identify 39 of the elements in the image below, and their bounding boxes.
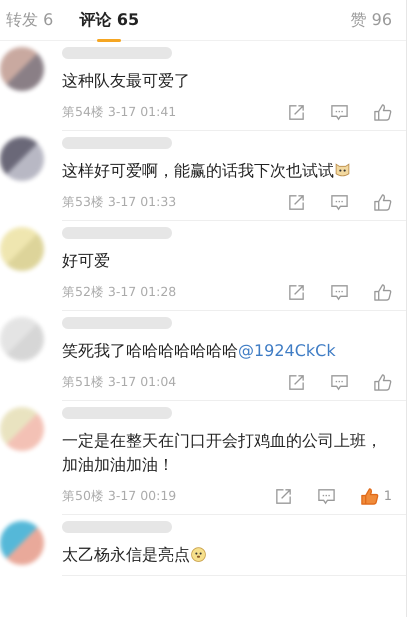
comment-timestamp: 第52楼 3-17 01:28 [62,284,176,301]
share-icon[interactable] [287,193,306,212]
avatar-placeholder [0,407,44,451]
mention-link[interactable]: @1924CkCk [238,341,336,360]
thumbs-up-icon[interactable] [373,373,392,392]
thumbs-up-icon[interactable] [373,103,392,122]
comment-text: 这种队友最可爱了 [62,71,190,90]
comment-timestamp: 第54楼 3-17 01:41 [62,104,176,121]
share-icon[interactable] [274,487,293,506]
comment-text: 这样好可爱啊，能赢的话我下次也试试 [62,161,334,180]
share-icon[interactable] [287,283,306,302]
comment-icon[interactable] [330,373,349,392]
comment-icon[interactable] [330,193,349,212]
tab[interactable]: 评论 65 [79,0,140,40]
avatar-placeholder [0,227,44,271]
comment-timestamp: 第50楼 3-17 00:19 [62,488,176,505]
comment-text: 一定是在整天在门口开会打鸡血的公司上班，加油加油加油！ [62,431,382,474]
comment-timestamp: 第51楼 3-17 01:04 [62,374,176,391]
comment-text: 太乙杨永信是亮点 [62,545,190,564]
avatar-placeholder [0,521,44,565]
comment-icon[interactable] [330,283,349,302]
share-icon[interactable] [287,373,306,392]
thumbs-up-icon[interactable] [360,487,379,506]
tab[interactable]: 赞 96 [350,0,392,40]
comment-text: 好可爱 [62,251,110,270]
avatar-placeholder [0,47,44,91]
thumbs-up-icon[interactable] [373,283,392,302]
comment-icon[interactable] [330,103,349,122]
avatar-placeholder [0,137,44,181]
comment-icon[interactable] [316,487,336,506]
comment-text: 笑死我了哈哈哈哈哈哈哈@1924CkCk [62,341,336,360]
cat-face-icon [334,161,351,178]
share-icon[interactable] [287,103,306,122]
thumbs-up-icon[interactable] [373,193,392,212]
like-count: 1 [384,489,392,504]
tab[interactable]: 转发 6 [6,0,54,40]
comment-timestamp: 第53楼 3-17 01:33 [62,194,176,211]
avatar-placeholder [0,317,44,361]
dog-face-icon [190,545,207,562]
